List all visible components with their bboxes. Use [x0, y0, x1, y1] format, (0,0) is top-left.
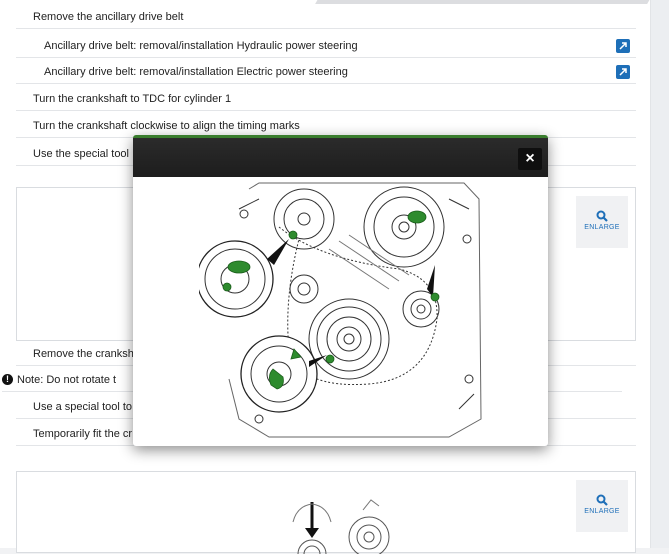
close-icon: ×	[525, 150, 535, 167]
step-text: Remove the ancillary drive belt	[33, 11, 184, 23]
step-text: Turn the crankshaft to TDC for cylinder …	[33, 93, 232, 105]
magnifier-icon	[576, 210, 628, 224]
step-row: Ancillary drive belt: removal/installati…	[16, 35, 636, 58]
lightbox-header: ×	[133, 135, 548, 177]
step-row: Remove the ancillary drive belt	[16, 6, 636, 29]
crankshaft-tool-illustration	[292, 499, 390, 554]
step-text: Temporarily fit the cr	[33, 428, 133, 440]
step-text: Remove the cranksh	[33, 348, 134, 360]
timing-belt-diagram	[199, 182, 482, 438]
step-text: Turn the crankshaft clockwise to align t…	[33, 120, 300, 132]
step-link-text[interactable]: Ancillary drive belt: removal/installati…	[44, 61, 348, 83]
exclamation-icon: !	[2, 374, 13, 385]
note-text: Note: Do not rotate t	[17, 374, 117, 386]
external-link-icon[interactable]	[616, 39, 630, 53]
step-row: Ancillary drive belt: removal/installati…	[16, 61, 636, 84]
image-lightbox: ×	[133, 135, 548, 446]
external-link-icon[interactable]	[616, 65, 630, 79]
enlarge-label: ENLARGE	[584, 508, 620, 515]
step-link-text[interactable]: Ancillary drive belt: removal/installati…	[44, 35, 358, 57]
enlarge-button[interactable]: ENLARGE	[576, 480, 628, 532]
close-button[interactable]: ×	[518, 148, 542, 170]
enlarge-label: ENLARGE	[584, 224, 620, 231]
step-row: Turn the crankshaft to TDC for cylinder …	[16, 88, 636, 111]
right-sidebar	[650, 0, 669, 548]
step-text: Use a special tool to	[33, 401, 133, 413]
step-text: Use the special tool	[33, 148, 129, 160]
enlarge-button[interactable]: ENLARGE	[576, 196, 628, 248]
magnifier-icon	[576, 494, 628, 508]
figure-panel: ENLARGE	[16, 471, 636, 554]
